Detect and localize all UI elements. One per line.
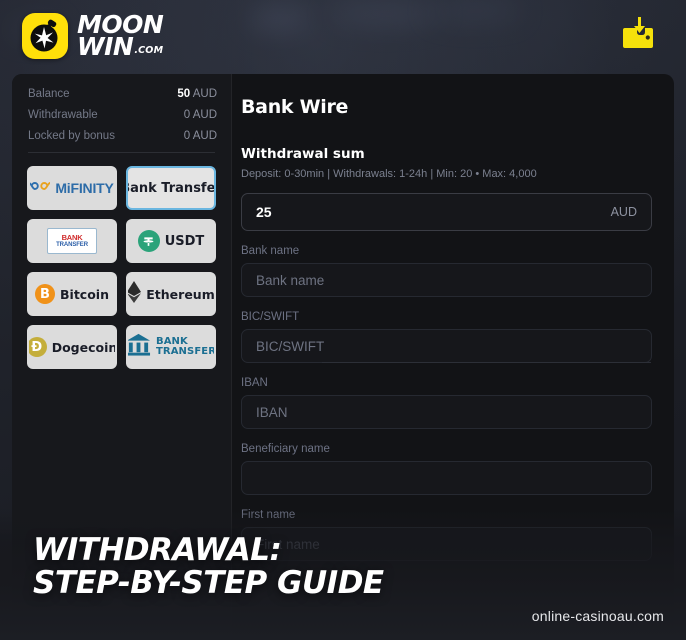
withdrawable-label: Withdrawable bbox=[28, 109, 98, 121]
input-bank-name[interactable]: Bank name bbox=[241, 263, 652, 297]
bank-icon-line2: TRANSFER bbox=[156, 346, 216, 357]
withdrawable-value: 0 AUD bbox=[184, 109, 217, 121]
wallet-deposit-button[interactable] bbox=[616, 14, 660, 58]
brand-logo[interactable]: MOON WIN .COM bbox=[22, 12, 164, 61]
method-label-ethereum: Ethereum bbox=[146, 286, 215, 302]
bank-transfer-wordmark: BANK TRANSFER bbox=[156, 336, 216, 357]
card-icon-line1: BANK bbox=[61, 233, 83, 243]
sidebar-divider bbox=[28, 152, 215, 153]
method-tile-bank-transfer-selected[interactable]: Bank Transfer bbox=[126, 166, 216, 210]
card-icon-line2: TRANSFER bbox=[56, 241, 88, 248]
method-tile-dogecoin[interactable]: Ð Dogecoin bbox=[27, 325, 117, 369]
locked-amount: 0 bbox=[183, 130, 191, 142]
method-tile-bank-transfer-building[interactable]: BANK TRANSFER bbox=[126, 325, 216, 369]
brand-name-suffix: .COM bbox=[134, 44, 164, 56]
dogecoin-icon: Ð bbox=[29, 337, 47, 357]
tether-usdt-icon bbox=[137, 230, 160, 252]
placeholder-iban: IBAN bbox=[256, 404, 288, 420]
promo-headline-line1: WITHDRAWAL: bbox=[33, 532, 282, 568]
brand-name-line2-wrap: WIN .COM bbox=[77, 32, 164, 61]
input-bic-swift[interactable]: BIC/SWIFT bbox=[241, 329, 652, 363]
withdrawable-amount: 0 bbox=[183, 109, 191, 121]
bank-building-icon bbox=[128, 332, 151, 362]
method-tile-bitcoin[interactable]: B Bitcoin bbox=[27, 272, 117, 316]
method-tile-usdt[interactable]: USDT bbox=[126, 219, 216, 263]
amount-value: 25 bbox=[256, 204, 272, 220]
amount-input[interactable]: 25 AUD bbox=[241, 193, 652, 231]
label-bic-swift: BIC/SWIFT bbox=[241, 311, 300, 323]
input-iban[interactable]: IBAN bbox=[241, 395, 652, 429]
balance-label: Balance bbox=[28, 88, 70, 100]
page-title: Bank Wire bbox=[241, 96, 349, 118]
method-tile-mifinity[interactable]: MiFINITY bbox=[27, 166, 117, 210]
promo-headline-line2: STEP-BY-STEP GUIDE bbox=[33, 565, 384, 602]
site-header: MOON WIN .COM bbox=[0, 0, 686, 72]
method-tile-bank-transfer-card[interactable]: BANK TRANSFER bbox=[27, 219, 117, 263]
wallet-deposit-icon bbox=[619, 15, 657, 58]
brand-wordmark: MOON WIN .COM bbox=[77, 12, 164, 61]
balance-row-withdrawable: Withdrawable 0 AUD bbox=[28, 109, 217, 121]
method-label-mifinity: MiFINITY bbox=[55, 180, 114, 196]
bitcoin-icon: B bbox=[35, 284, 56, 304]
balance-currency: AUD bbox=[192, 88, 217, 100]
method-tile-ethereum[interactable]: Ethereum bbox=[126, 272, 216, 316]
brand-name-line2: WIN bbox=[77, 32, 134, 61]
amount-currency: AUD bbox=[610, 205, 637, 219]
ethereum-icon bbox=[128, 280, 142, 308]
bank-transfer-card-icon: BANK TRANSFER bbox=[47, 228, 97, 254]
withdrawable-currency: AUD bbox=[192, 109, 217, 121]
label-bank-name: Bank name bbox=[241, 245, 300, 257]
withdrawal-sum-heading: Withdrawal sum bbox=[241, 146, 365, 162]
method-label-dogecoin: Dogecoin bbox=[51, 339, 117, 355]
payment-method-grid: MiFINITY Bank Transfer BANK TRANSFER USD… bbox=[12, 166, 231, 369]
balance-row-balance: Balance 50 AUD bbox=[28, 88, 217, 100]
method-label-bank-transfer: Bank Transfer bbox=[128, 180, 216, 196]
promo-banner-overlay: WITHDRAWAL: STEP-BY-STEP GUIDE online-ca… bbox=[0, 508, 686, 640]
balance-value: 50 AUD bbox=[177, 88, 217, 100]
label-iban: IBAN bbox=[241, 377, 268, 389]
mifinity-logo-icon bbox=[29, 179, 51, 198]
limits-note: Deposit: 0-30min | Withdrawals: 1-24h | … bbox=[241, 168, 537, 180]
balance-amount: 50 bbox=[177, 88, 191, 100]
method-label-bitcoin: Bitcoin bbox=[60, 286, 109, 302]
bomb-star-logo-icon bbox=[22, 13, 68, 59]
site-watermark: online-casinoau.com bbox=[531, 608, 664, 624]
balance-summary: Balance 50 AUD Withdrawable 0 AUD Locked… bbox=[12, 88, 231, 142]
label-beneficiary-name: Beneficiary name bbox=[241, 443, 330, 455]
locked-value: 0 AUD bbox=[184, 130, 217, 142]
promo-headline: WITHDRAWAL: STEP-BY-STEP GUIDE bbox=[33, 532, 384, 602]
locked-label: Locked by bonus bbox=[28, 130, 115, 142]
input-beneficiary-name[interactable] bbox=[241, 461, 652, 495]
method-label-usdt: USDT bbox=[164, 233, 205, 249]
placeholder-bank-name: Bank name bbox=[256, 272, 325, 288]
locked-currency: AUD bbox=[192, 130, 217, 142]
screenshot-root: MOON WIN .COM Balance 50 AUD Withdrawabl… bbox=[0, 0, 686, 640]
balance-row-locked: Locked by bonus 0 AUD bbox=[28, 130, 217, 142]
placeholder-bic-swift: BIC/SWIFT bbox=[256, 338, 325, 354]
